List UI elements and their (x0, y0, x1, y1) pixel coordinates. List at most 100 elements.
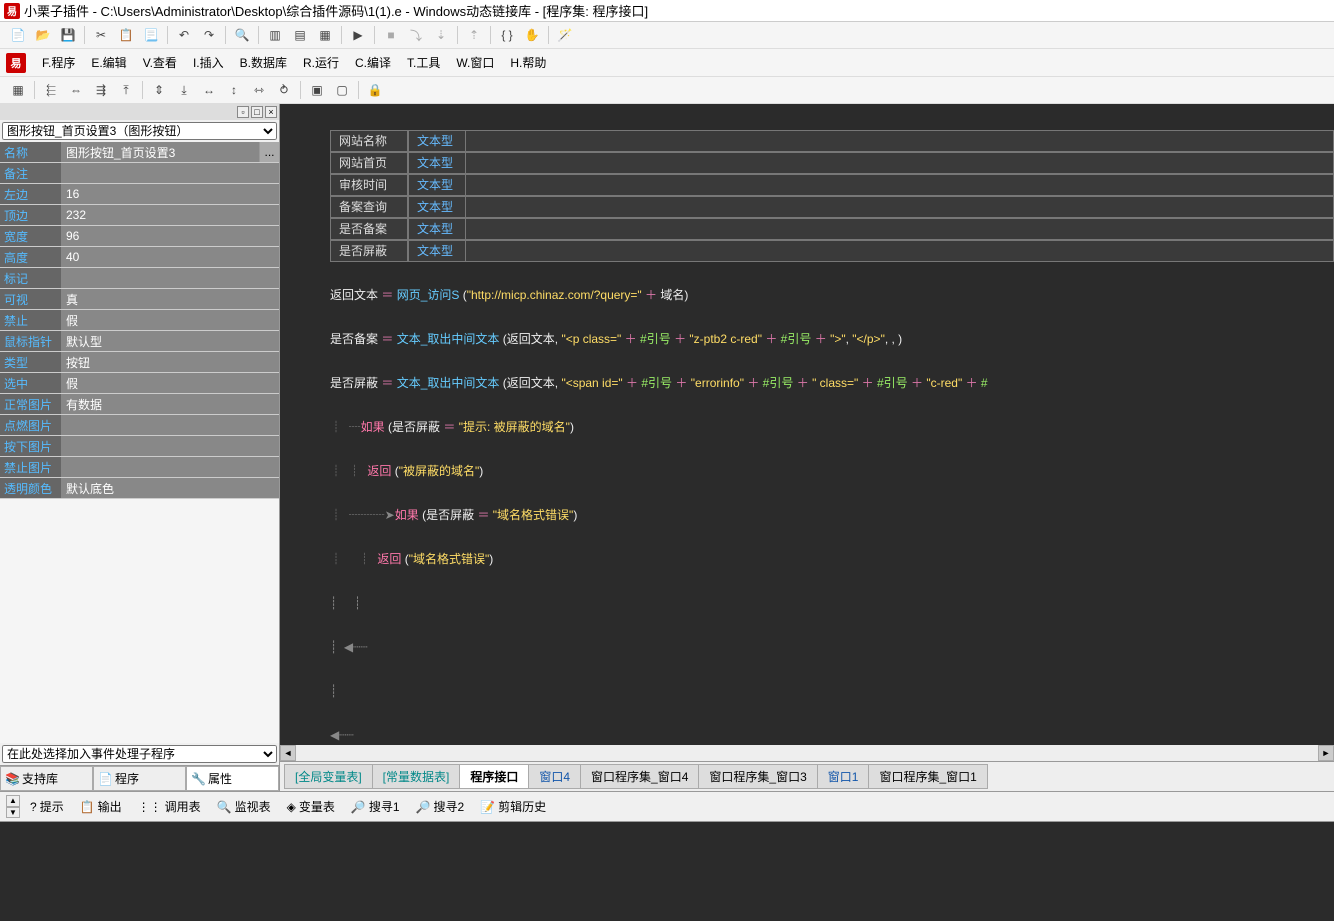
align-bottom-icon[interactable]: ⤓ (172, 79, 196, 101)
step-into-icon[interactable]: ⇣ (429, 24, 453, 46)
paste-icon[interactable]: 📃 (139, 24, 163, 46)
property-value[interactable]: 96 (62, 226, 279, 246)
property-row[interactable]: 可视真 (0, 289, 279, 310)
property-row[interactable]: 点燃图片 (0, 415, 279, 436)
property-row[interactable]: 正常图片有数据 (0, 394, 279, 415)
editor-tab[interactable]: 窗口4 (528, 764, 581, 789)
properties-grid[interactable]: 名称图形按钮_首页设置3...备注左边16顶边232宽度96高度40标记可视真禁… (0, 142, 279, 743)
menu-window[interactable]: W.窗口 (448, 51, 502, 74)
property-value[interactable]: 默认底色 (62, 478, 279, 498)
editor-tab[interactable]: 窗口程序集_窗口1 (868, 764, 987, 789)
editor-tab[interactable]: 窗口程序集_窗口4 (580, 764, 699, 789)
panel-close-icon[interactable]: × (265, 106, 277, 118)
property-value[interactable]: 232 (62, 205, 279, 225)
tab-scroll-arrows[interactable]: ▲▼ (6, 795, 20, 818)
run-icon[interactable]: ▶ (346, 24, 370, 46)
property-row[interactable]: 按下图片 (0, 436, 279, 457)
same-width-icon[interactable]: ↔ (197, 79, 221, 101)
menu-run[interactable]: R.运行 (295, 51, 347, 74)
variable-row[interactable]: 是否屏蔽文本型 (330, 240, 1334, 262)
property-value[interactable]: 图形按钮_首页设置3 (62, 142, 259, 162)
variable-row[interactable]: 网站名称文本型 (330, 130, 1334, 152)
property-value[interactable] (62, 457, 279, 477)
same-height-icon[interactable]: ↕ (222, 79, 246, 101)
save-file-icon[interactable]: 💾 (56, 24, 80, 46)
editor-tab[interactable]: 窗口程序集_窗口3 (698, 764, 817, 789)
bottom-tab[interactable]: ◈变量表 (279, 795, 343, 818)
property-value[interactable]: 16 (62, 184, 279, 204)
panel-restore-icon[interactable]: □ (251, 106, 263, 118)
event-selector[interactable]: 在此处选择加入事件处理子程序 (2, 745, 277, 763)
align-grid-icon[interactable]: ▦ (6, 79, 30, 101)
horizontal-scrollbar[interactable]: ◄ ► (280, 745, 1334, 761)
bottom-tab[interactable]: ?提示 (22, 795, 72, 818)
center-v-icon[interactable]: ▢ (330, 79, 354, 101)
property-row[interactable]: 透明颜色默认底色 (0, 478, 279, 499)
property-row[interactable]: 选中假 (0, 373, 279, 394)
variable-row[interactable]: 网站首页文本型 (330, 152, 1334, 174)
property-row[interactable]: 高度40 (0, 247, 279, 268)
step-out-icon[interactable]: ⇡ (462, 24, 486, 46)
align-left-icon[interactable]: ⬱ (39, 79, 63, 101)
property-row[interactable]: 类型按钮 (0, 352, 279, 373)
center-h-icon[interactable]: ▣ (305, 79, 329, 101)
bottom-tab[interactable]: 🔎搜寻1 (343, 795, 408, 818)
undo-icon[interactable]: ↶ (172, 24, 196, 46)
tab-properties[interactable]: 🔧属性 (186, 766, 279, 791)
property-value[interactable] (62, 268, 279, 288)
editor-tab[interactable]: 窗口1 (817, 764, 870, 789)
window-layout3-icon[interactable]: ▦ (313, 24, 337, 46)
property-row[interactable]: 禁止假 (0, 310, 279, 331)
property-row[interactable]: 宽度96 (0, 226, 279, 247)
menu-compile[interactable]: C.编译 (347, 51, 399, 74)
panel-pin-icon[interactable]: ▫ (237, 106, 249, 118)
bottom-tab[interactable]: 📝剪辑历史 (472, 795, 554, 818)
property-row[interactable]: 鼠标指针默认型 (0, 331, 279, 352)
output-panel[interactable] (0, 821, 1334, 921)
variable-row[interactable]: 是否备案文本型 (330, 218, 1334, 240)
dist-v-icon[interactable]: ⥁ (272, 79, 296, 101)
tab-support-lib[interactable]: 📚支持库 (0, 766, 93, 791)
tab-program[interactable]: 📄程序 (93, 766, 186, 791)
open-file-icon[interactable]: 📂 (31, 24, 55, 46)
variable-row[interactable]: 审核时间文本型 (330, 174, 1334, 196)
editor-tab[interactable]: 程序接口 (459, 764, 529, 789)
code-editor[interactable]: 网站名称文本型网站首页文本型审核时间文本型备案查询文本型是否备案文本型是否屏蔽文… (280, 104, 1334, 745)
menu-view[interactable]: V.查看 (135, 51, 185, 74)
redo-icon[interactable]: ↷ (197, 24, 221, 46)
copy-icon[interactable]: 📋 (114, 24, 138, 46)
align-middle-icon[interactable]: ⇕ (147, 79, 171, 101)
property-row[interactable]: 名称图形按钮_首页设置3... (0, 142, 279, 163)
bottom-tab[interactable]: 🔎搜寻2 (408, 795, 473, 818)
property-value[interactable]: 默认型 (62, 331, 279, 351)
property-row[interactable]: 备注 (0, 163, 279, 184)
align-right-icon[interactable]: ⇶ (89, 79, 113, 101)
cut-icon[interactable]: ✂ (89, 24, 113, 46)
property-value[interactable]: 真 (62, 289, 279, 309)
scroll-right-icon[interactable]: ► (1318, 745, 1334, 761)
bottom-tab[interactable]: ⋮⋮调用表 (130, 795, 209, 818)
editor-tab[interactable]: [常量数据表] (372, 764, 461, 789)
braces-icon[interactable]: { } (495, 24, 519, 46)
find-icon[interactable]: 🔍 (230, 24, 254, 46)
bottom-tab[interactable]: 📋输出 (72, 795, 130, 818)
property-row[interactable]: 禁止图片 (0, 457, 279, 478)
window-layout1-icon[interactable]: ▥ (263, 24, 287, 46)
editor-tab[interactable]: [全局变量表] (284, 764, 373, 789)
property-more-button[interactable]: ... (259, 142, 279, 162)
menu-edit[interactable]: E.编辑 (83, 51, 134, 74)
menu-program[interactable]: F.程序 (34, 51, 83, 74)
property-row[interactable]: 左边16 (0, 184, 279, 205)
property-value[interactable]: 有数据 (62, 394, 279, 414)
step-over-icon[interactable]: ⤵ (404, 24, 428, 46)
window-layout2-icon[interactable]: ▤ (288, 24, 312, 46)
menu-tools[interactable]: T.工具 (399, 51, 448, 74)
align-top-icon[interactable]: ⤒ (114, 79, 138, 101)
wand-icon[interactable]: 🪄 (553, 24, 577, 46)
object-selector[interactable]: 图形按钮_首页设置3（图形按钮） (2, 122, 277, 140)
new-file-icon[interactable]: 📄 (6, 24, 30, 46)
lock-icon[interactable]: 🔒 (363, 79, 387, 101)
variable-row[interactable]: 备案查询文本型 (330, 196, 1334, 218)
stop-icon[interactable]: ■ (379, 24, 403, 46)
scroll-left-icon[interactable]: ◄ (280, 745, 296, 761)
